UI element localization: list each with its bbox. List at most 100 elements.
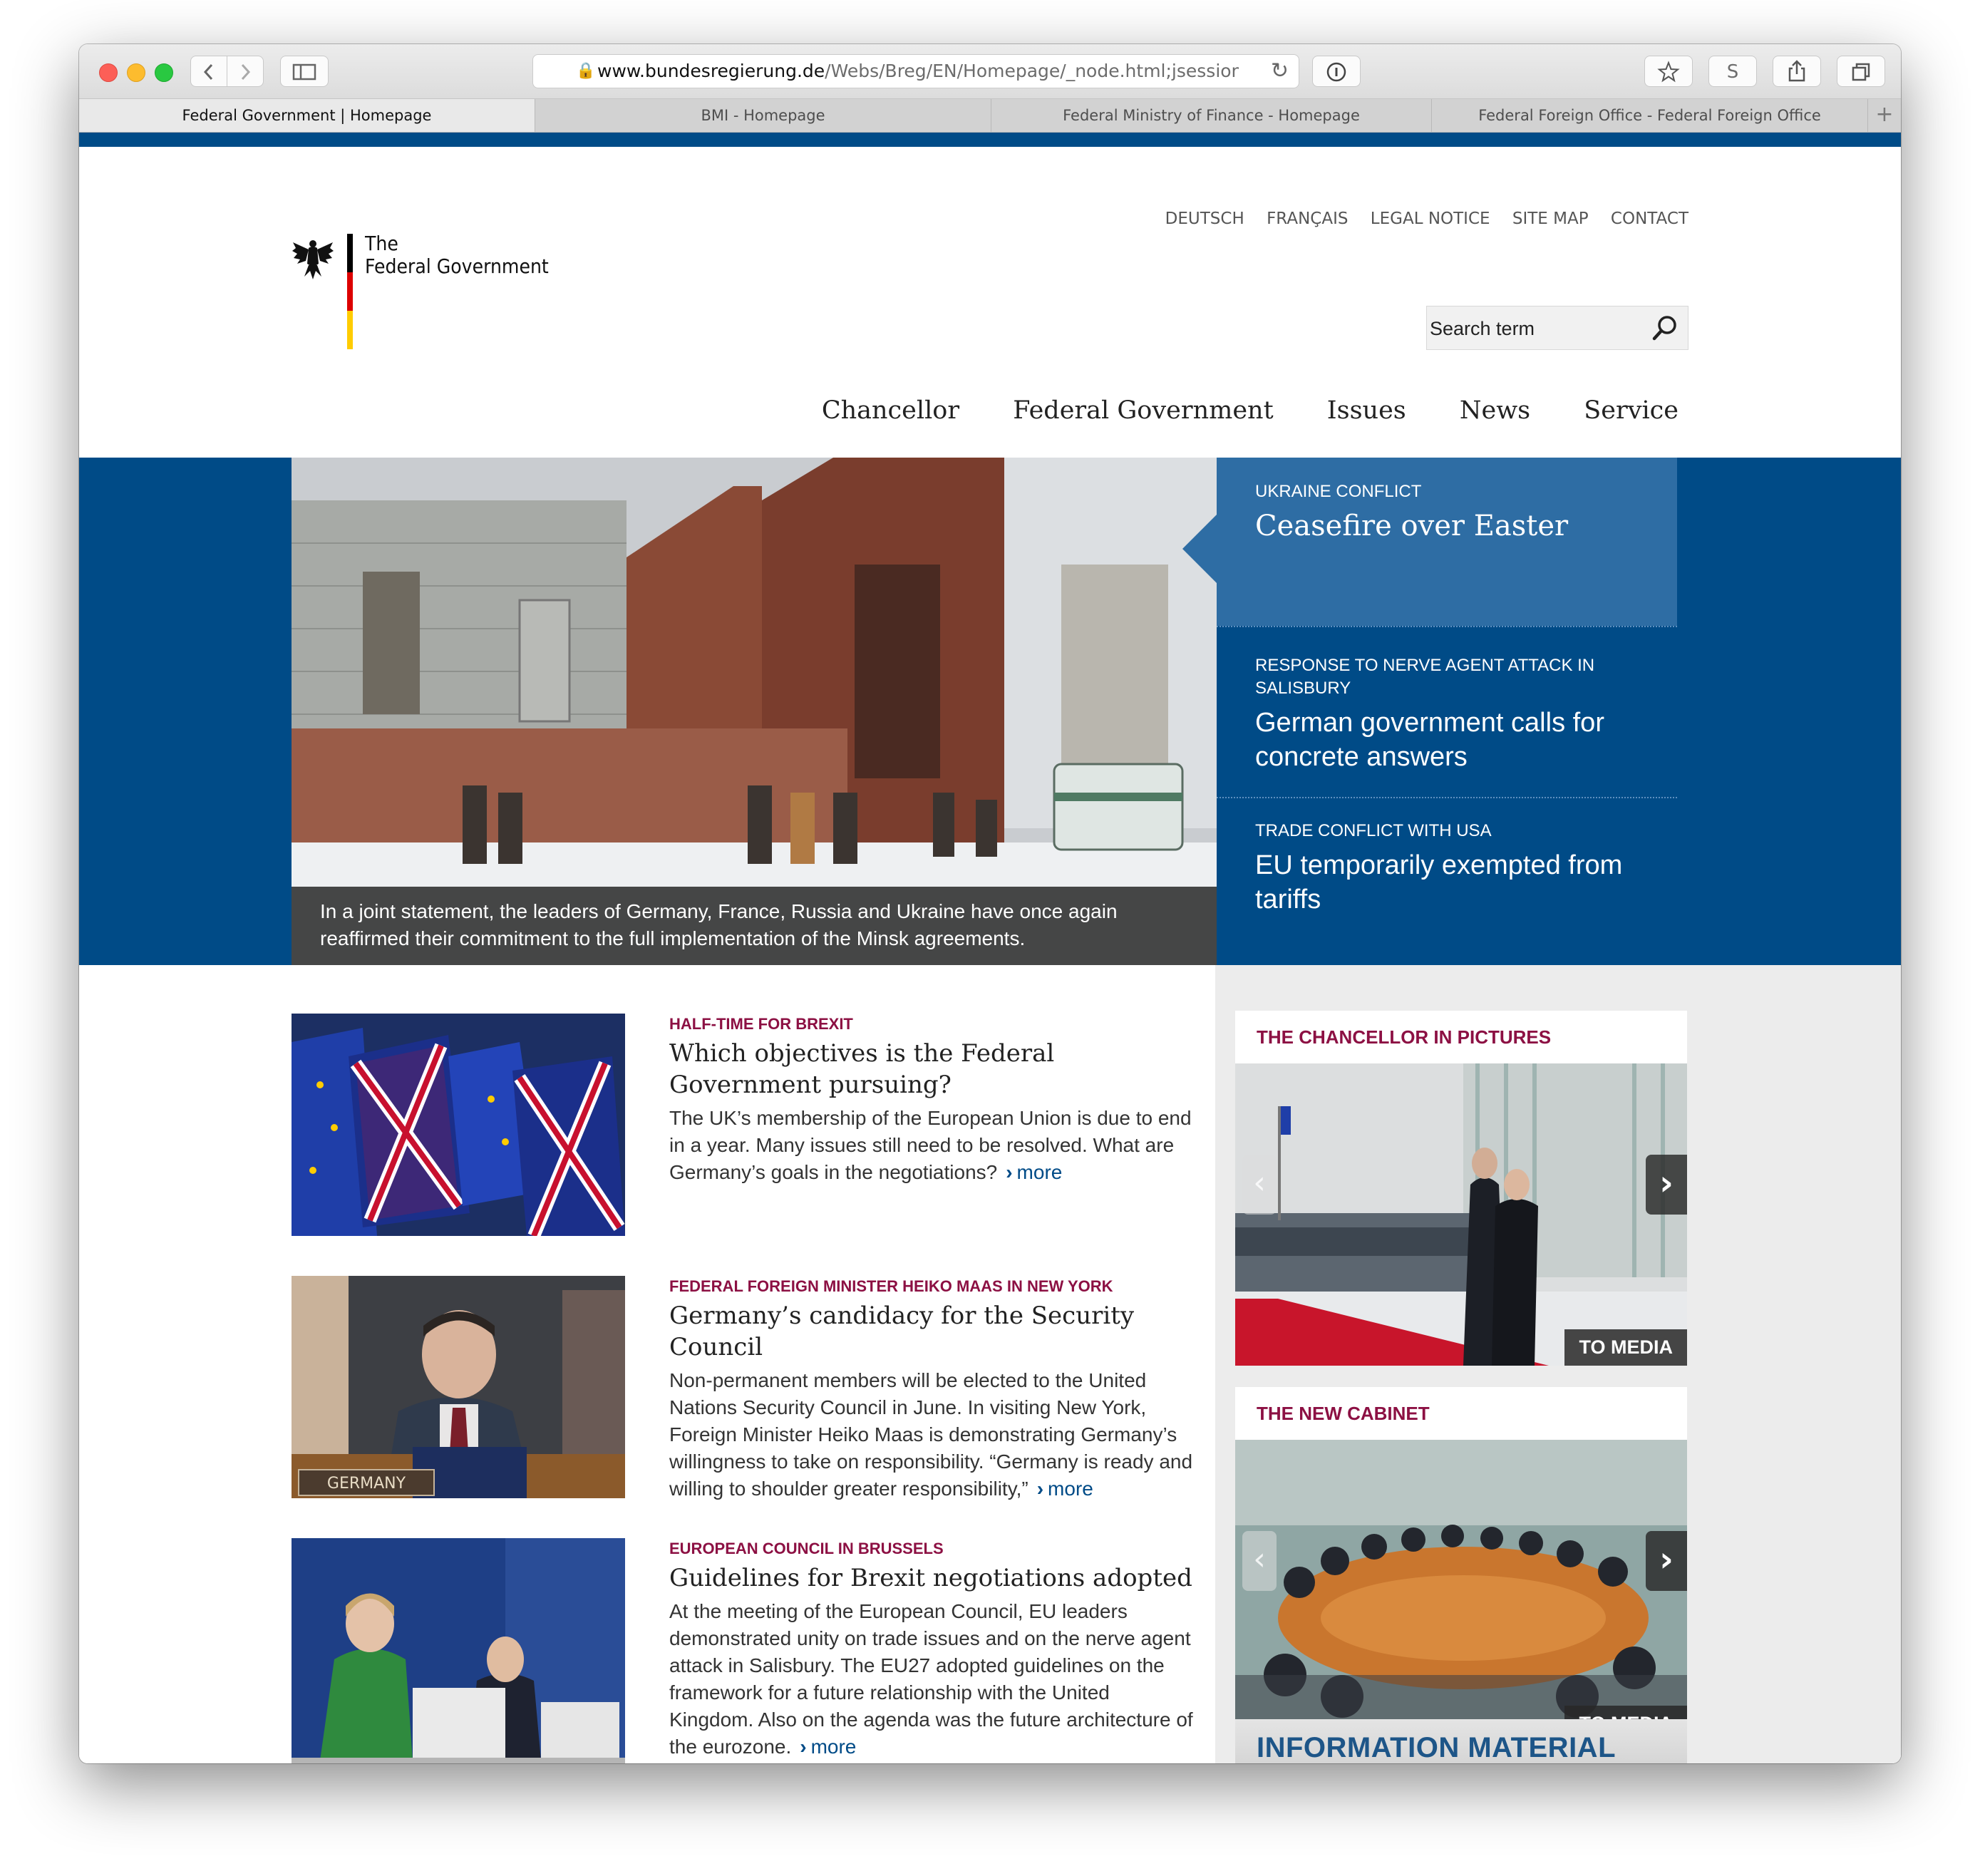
federal-eagle-icon <box>292 240 334 279</box>
article-description: The UK’s membership of the European Unio… <box>669 1105 1197 1186</box>
browser-toolbar: 🔒 www.bundesregierung.de/Webs/Breg/EN/Ho… <box>79 44 1901 99</box>
article-description: Non-permanent members will be elected to… <box>669 1367 1197 1503</box>
tab-bmi[interactable]: BMI - Homepage <box>535 99 991 132</box>
flags-eu-uk-image <box>292 1014 625 1236</box>
link-francais[interactable]: FRANÇAIS <box>1267 210 1348 228</box>
more-link[interactable]: more <box>1006 1161 1062 1183</box>
active-teaser-pointer <box>1182 515 1217 583</box>
article-text: FEDERAL FOREIGN MINISTER HEIKO MAAS IN N… <box>669 1276 1197 1503</box>
article-thumbnail[interactable] <box>292 1538 625 1761</box>
url-path: /Webs/Breg/EN/Homepage/_node.html;jsessi… <box>825 61 1239 81</box>
information-material-heading[interactable]: INFORMATION MATERIAL <box>1235 1719 1687 1763</box>
link-legal-notice[interactable]: LEGAL NOTICE <box>1371 210 1490 228</box>
teaser-headline: German government calls for concrete ans… <box>1255 708 1604 772</box>
article-title[interactable]: Which objectives is the Federal Governme… <box>669 1038 1197 1101</box>
tabs-overview-button[interactable] <box>1837 56 1885 87</box>
teaser-kicker: RESPONSE TO NERVE AGENT ATTACK IN SALISB… <box>1255 656 1595 698</box>
main-navigation: Chancellor Federal Government Issues New… <box>776 396 1679 425</box>
article-summary: At the meeting of the European Council, … <box>669 1600 1193 1758</box>
minimize-window-button[interactable] <box>127 63 145 82</box>
article-kicker: EUROPEAN COUNCIL IN BRUSSELS <box>669 1540 944 1557</box>
article-text: HALF-TIME FOR BREXIT Which objectives is… <box>669 1014 1197 1186</box>
nav-service[interactable]: Service <box>1584 396 1679 425</box>
nav-federal-government[interactable]: Federal Government <box>1013 396 1273 425</box>
tab-finance-ministry[interactable]: Federal Ministry of Finance - Homepage <box>991 99 1432 132</box>
link-site-map[interactable]: SITE MAP <box>1512 210 1589 228</box>
reader-info-button[interactable] <box>1312 56 1361 87</box>
nav-chancellor[interactable]: Chancellor <box>822 396 959 425</box>
nav-news[interactable]: News <box>1460 396 1530 425</box>
chevron-left-icon <box>203 63 213 81</box>
article-kicker: FEDERAL FOREIGN MINISTER HEIKO MAAS IN N… <box>669 1277 1113 1295</box>
web-page: DEUTSCH FRANÇAIS LEGAL NOTICE SITE MAP C… <box>79 133 1901 1763</box>
gallery-prev-button[interactable]: ‹ <box>1242 1531 1277 1591</box>
more-link[interactable]: more <box>800 1736 856 1758</box>
sidebar-toggle-button[interactable] <box>280 56 329 87</box>
minister-maas-image: GERMANY <box>292 1276 625 1498</box>
teaser-salisbury[interactable]: RESPONSE TO NERVE AGENT ATTACK IN SALISB… <box>1217 627 1677 795</box>
cabinet-photo <box>1235 1440 1687 1742</box>
search-icon[interactable] <box>1651 314 1679 342</box>
hero-section: In a joint statement, the leaders of Ger… <box>79 458 1901 965</box>
article-thumbnail[interactable]: GERMANY <box>292 1276 625 1498</box>
more-link[interactable]: more <box>1037 1478 1093 1500</box>
article-summary: Non-permanent members will be elected to… <box>669 1369 1193 1500</box>
lock-icon: 🔒 <box>576 62 596 80</box>
reload-icon[interactable]: ↻ <box>1271 55 1289 88</box>
gallery-next-button[interactable]: › <box>1646 1531 1687 1591</box>
hero-image[interactable]: In a joint statement, the leaders of Ger… <box>292 458 1217 965</box>
gallery-prev-button[interactable]: ‹ <box>1242 1155 1277 1215</box>
logo-line-federal-government: Federal Government <box>365 254 549 278</box>
gallery-next-button[interactable]: › <box>1646 1155 1687 1215</box>
germany-nameplate: GERMANY <box>327 1475 406 1493</box>
bookmark-button[interactable] <box>1644 56 1693 87</box>
link-contact[interactable]: CONTACT <box>1611 210 1688 228</box>
address-bar[interactable]: 🔒 www.bundesregierung.de/Webs/Breg/EN/Ho… <box>532 54 1299 88</box>
european-council-image <box>292 1538 625 1761</box>
star-icon <box>1657 61 1680 83</box>
extension-s-button[interactable]: S <box>1708 56 1757 87</box>
teaser-trade-conflict[interactable]: TRADE CONFLICT WITH USA EU temporarily e… <box>1217 798 1677 965</box>
article-kicker: HALF-TIME FOR BREXIT <box>669 1015 853 1033</box>
teaser-kicker: TRADE CONFLICT WITH USA <box>1255 821 1492 840</box>
teaser-ukraine-conflict[interactable]: UKRAINE CONFLICT Ceasefire over Easter <box>1217 458 1677 626</box>
forward-button[interactable] <box>227 56 264 87</box>
box-title[interactable]: THE CHANCELLOR IN PICTURES <box>1235 1011 1687 1063</box>
tab-federal-government[interactable]: Federal Government | Homepage <box>79 99 535 132</box>
search-box <box>1426 306 1688 351</box>
search-input[interactable] <box>1427 306 1645 351</box>
chevron-right-icon <box>241 63 251 81</box>
link-deutsch[interactable]: DEUTSCH <box>1165 210 1244 228</box>
nav-issues[interactable]: Issues <box>1327 396 1406 425</box>
article-thumbnail[interactable] <box>292 1014 625 1236</box>
next-article-thumbnail-edge <box>292 1758 625 1763</box>
logo-wordmark: The Federal Government <box>365 232 549 278</box>
url-host: www.bundesregierung.de <box>597 61 825 81</box>
tabs-icon <box>1852 63 1870 81</box>
back-button[interactable] <box>190 56 227 87</box>
article-summary: The UK’s membership of the European Unio… <box>669 1107 1192 1183</box>
teaser-kicker: UKRAINE CONFLICT <box>1255 482 1422 501</box>
article-description: At the meeting of the European Council, … <box>669 1598 1197 1761</box>
hero-caption: In a joint statement, the leaders of Ger… <box>292 887 1217 965</box>
article-title[interactable]: Germany’s candidacy for the Security Cou… <box>669 1300 1197 1363</box>
browser-window: 🔒 www.bundesregierung.de/Webs/Breg/EN/Ho… <box>79 44 1901 1763</box>
share-button[interactable] <box>1773 56 1821 87</box>
new-cabinet-box: THE NEW CABINET ‹ › TO <box>1235 1387 1687 1742</box>
info-icon <box>1326 62 1346 82</box>
utility-links: DEUTSCH FRANÇAIS LEGAL NOTICE SITE MAP C… <box>1148 210 1688 228</box>
flag-stripe <box>347 234 353 349</box>
logo-line-the: The <box>365 232 398 255</box>
top-brand-strip <box>79 133 1901 147</box>
close-window-button[interactable] <box>99 63 118 82</box>
box-title[interactable]: THE NEW CABINET <box>1235 1387 1687 1440</box>
cabinet-gallery-image[interactable]: ‹ › TO MEDIA <box>1235 1440 1687 1742</box>
to-media-button[interactable]: TO MEDIA <box>1564 1329 1687 1366</box>
article-title[interactable]: Guidelines for Brexit negotiations adopt… <box>669 1562 1197 1594</box>
tab-foreign-office[interactable]: Federal Foreign Office - Federal Foreign… <box>1432 99 1868 132</box>
zoom-window-button[interactable] <box>155 63 173 82</box>
chancellor-in-pictures-box: THE CHANCELLOR IN PICTURES ‹ › TO MEDIA <box>1235 1011 1687 1366</box>
article-text: EUROPEAN COUNCIL IN BRUSSELS Guidelines … <box>669 1538 1197 1761</box>
chancellor-gallery-image[interactable]: ‹ › TO MEDIA <box>1235 1063 1687 1366</box>
new-tab-button[interactable]: + <box>1868 99 1901 132</box>
